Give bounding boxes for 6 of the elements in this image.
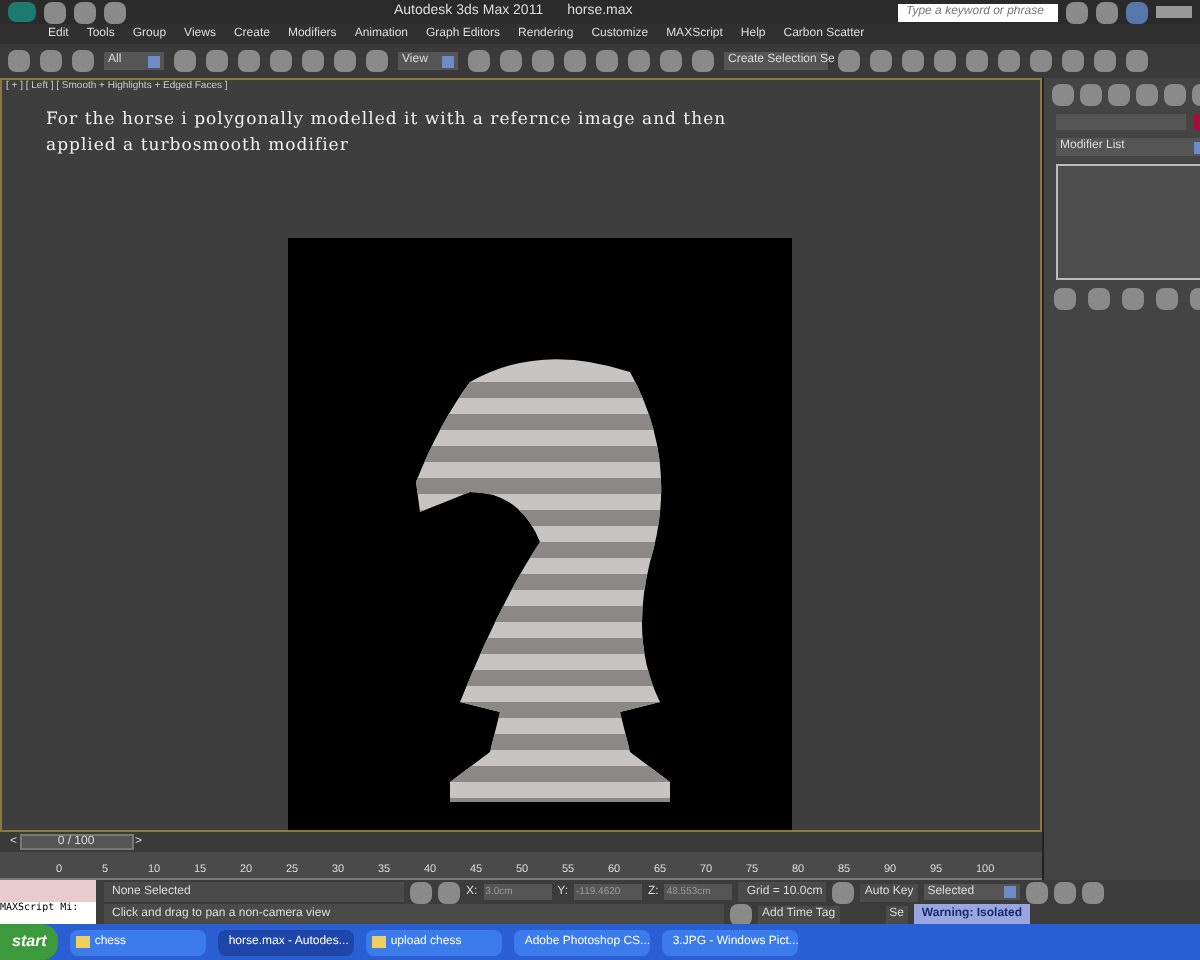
folder-icon: [372, 936, 387, 948]
start-button[interactable]: start: [0, 924, 59, 960]
modifier-stack[interactable]: [1056, 164, 1200, 280]
caption-text: For the horse i polygonally modelled it with a refernce image and then applied a turbosmooth modifier: [44, 107, 729, 159]
folder-icon: [76, 936, 91, 948]
listener-input-field[interactable]: [0, 880, 96, 902]
